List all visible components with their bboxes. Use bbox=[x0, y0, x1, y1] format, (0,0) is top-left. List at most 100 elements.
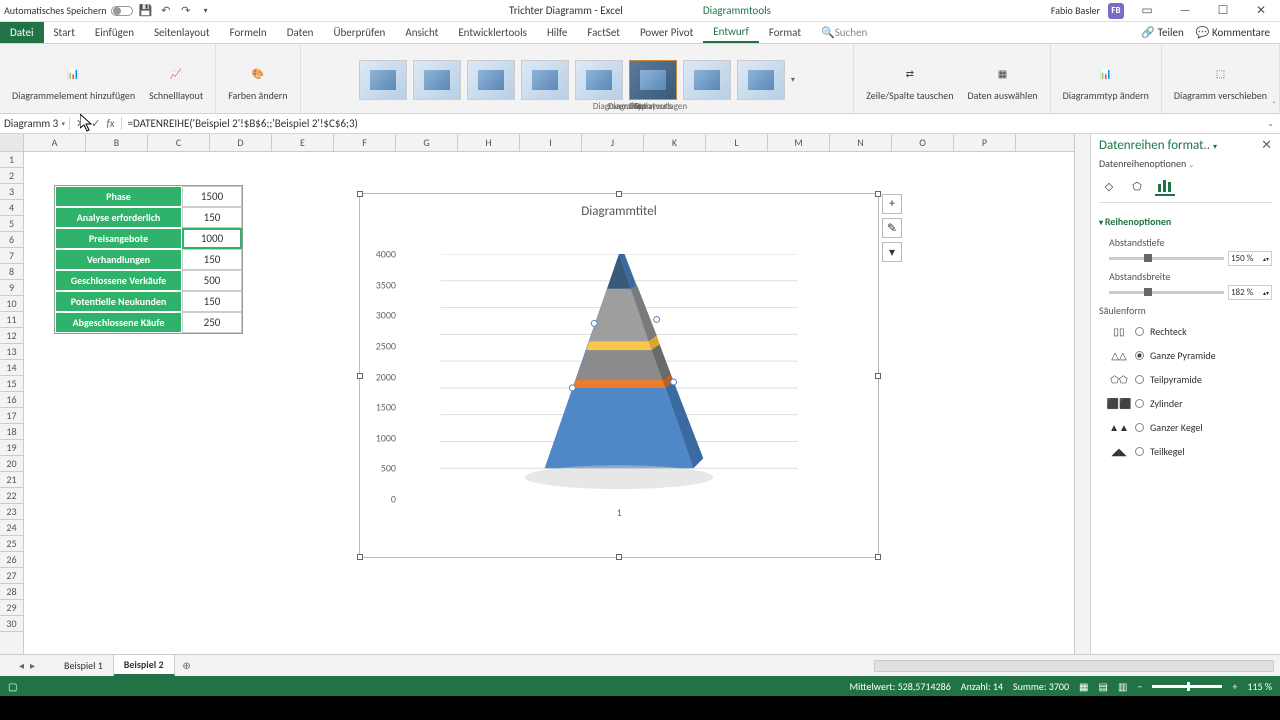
kommentare-button[interactable]: 💬 Kommentare bbox=[1196, 26, 1270, 39]
daten-auswaehlen-button[interactable]: ▦Daten auswählen bbox=[961, 55, 1043, 104]
effects-icon[interactable]: ⬠ bbox=[1127, 176, 1147, 196]
fx-icon[interactable]: fx bbox=[106, 117, 114, 130]
chart-style-6[interactable] bbox=[629, 60, 677, 100]
save-icon[interactable]: 💾 bbox=[139, 4, 153, 18]
chart-title[interactable]: Diagrammtitel bbox=[360, 204, 878, 219]
maximize-icon[interactable]: ☐ bbox=[1208, 1, 1238, 21]
row-header[interactable]: 4 bbox=[0, 200, 23, 216]
tab-formeln[interactable]: Formeln bbox=[220, 22, 277, 43]
tab-entwurf[interactable]: Entwurf bbox=[703, 22, 759, 43]
tab-seitenlayout[interactable]: Seitenlayout bbox=[144, 22, 220, 43]
table-header-phase[interactable]: Phase bbox=[55, 186, 182, 207]
shape-ganze-pyramide[interactable]: △△Ganze Pyramide bbox=[1109, 347, 1272, 363]
row-header[interactable]: 7 bbox=[0, 248, 23, 264]
pane-subtitle[interactable]: Datenreihenoptionen bbox=[1099, 157, 1186, 170]
cancel-formula-icon[interactable]: ✕ bbox=[76, 117, 85, 130]
row-header[interactable]: 1 bbox=[0, 152, 23, 168]
collapse-ribbon-icon[interactable]: ˇ bbox=[1272, 100, 1276, 111]
diagrammtyp-button[interactable]: 📊Diagrammtyp ändern bbox=[1057, 55, 1155, 104]
row-header[interactable]: 22 bbox=[0, 488, 23, 504]
row-header[interactable]: 5 bbox=[0, 216, 23, 232]
col-header[interactable]: M bbox=[768, 134, 830, 151]
row-header[interactable]: 19 bbox=[0, 440, 23, 456]
chart-style-4[interactable] bbox=[521, 60, 569, 100]
chart-style-2[interactable] bbox=[413, 60, 461, 100]
search-box[interactable]: 🔍 Suchen bbox=[811, 22, 877, 43]
abstandstiefe-input[interactable]: 150 %▴▾ bbox=[1228, 251, 1272, 266]
ribbon-options-icon[interactable]: ▭ bbox=[1132, 1, 1162, 21]
series-options-icon[interactable] bbox=[1155, 176, 1175, 196]
row-header[interactable]: 28 bbox=[0, 584, 23, 600]
row-header[interactable]: 23 bbox=[0, 504, 23, 520]
table-cell-label[interactable]: Potentielle Neukunden bbox=[55, 291, 182, 312]
view-normal-icon[interactable]: ▦ bbox=[1079, 680, 1088, 693]
col-header[interactable]: P bbox=[954, 134, 1016, 151]
row-header[interactable]: 8 bbox=[0, 264, 23, 280]
chart-style-5[interactable] bbox=[575, 60, 623, 100]
tab-format[interactable]: Format bbox=[759, 22, 811, 43]
col-header[interactable]: E bbox=[272, 134, 334, 151]
chart-object[interactable]: Diagrammtitel 05001000150020002500300035… bbox=[359, 193, 879, 558]
table-cell-label[interactable]: Abgeschlossene Käufe bbox=[55, 312, 182, 333]
row-header[interactable]: 27 bbox=[0, 568, 23, 584]
abstandsbreite-input[interactable]: 182 %▴▾ bbox=[1228, 285, 1272, 300]
table-cell-value[interactable]: 250 bbox=[182, 312, 242, 333]
col-header[interactable]: B bbox=[86, 134, 148, 151]
table-cell-label[interactable]: Verhandlungen bbox=[55, 249, 182, 270]
tab-start[interactable]: Start bbox=[44, 22, 85, 43]
chart-filter-button[interactable]: ▾ bbox=[882, 242, 902, 262]
fill-line-icon[interactable]: ◇ bbox=[1099, 176, 1119, 196]
col-header[interactable]: L bbox=[706, 134, 768, 151]
abstandstiefe-slider[interactable] bbox=[1109, 257, 1224, 260]
abstandsbreite-slider[interactable] bbox=[1109, 291, 1224, 294]
row-header[interactable]: 11 bbox=[0, 312, 23, 328]
schnelllayout-button[interactable]: 📈Schnelllayout bbox=[143, 55, 209, 104]
zeile-spalte-button[interactable]: ⇄Zeile/Spalte tauschen bbox=[860, 55, 959, 104]
row-header[interactable]: 10 bbox=[0, 296, 23, 312]
shape-teilkegel[interactable]: ◢◣Teilkegel bbox=[1109, 443, 1272, 459]
horizontal-scrollbar[interactable] bbox=[874, 660, 1274, 672]
shape-rechteck[interactable]: ▯▯Rechteck bbox=[1109, 323, 1272, 339]
chart-style-8[interactable] bbox=[737, 60, 785, 100]
col-header[interactable]: D bbox=[210, 134, 272, 151]
formula-expand-icon[interactable]: ⌄ bbox=[1261, 119, 1280, 129]
avatar[interactable]: FB bbox=[1108, 3, 1124, 19]
col-header[interactable]: F bbox=[334, 134, 396, 151]
select-all-corner[interactable] bbox=[0, 134, 24, 151]
col-header[interactable]: K bbox=[644, 134, 706, 151]
pane-close-icon[interactable]: ✕ bbox=[1261, 138, 1272, 153]
tab-powerpivot[interactable]: Power Pivot bbox=[630, 22, 703, 43]
row-header[interactable]: 12 bbox=[0, 328, 23, 344]
tab-entwicklertools[interactable]: Entwicklertools bbox=[448, 22, 537, 43]
teilen-button[interactable]: 🔗 Teilen bbox=[1141, 26, 1183, 39]
view-pagelayout-icon[interactable]: ▤ bbox=[1099, 680, 1108, 693]
shape-zylinder[interactable]: ⬛⬛Zylinder bbox=[1109, 395, 1272, 411]
chart-style-1[interactable] bbox=[359, 60, 407, 100]
tab-einfuegen[interactable]: Einfügen bbox=[85, 22, 144, 43]
row-header[interactable]: 16 bbox=[0, 392, 23, 408]
qat-dropdown-icon[interactable]: ▾ bbox=[199, 4, 213, 18]
diagrammelement-button[interactable]: 📊Diagrammelement hinzufügen bbox=[6, 55, 141, 104]
pyramid-chart-icon[interactable] bbox=[400, 254, 838, 497]
col-header[interactable]: G bbox=[396, 134, 458, 151]
farben-button[interactable]: 🎨Farben ändern bbox=[222, 55, 293, 104]
col-header[interactable]: C bbox=[148, 134, 210, 151]
zoom-level[interactable]: 115 % bbox=[1247, 680, 1272, 693]
row-header[interactable]: 17 bbox=[0, 408, 23, 424]
section-reihenoptionen[interactable]: Reihenoptionen bbox=[1099, 215, 1272, 228]
vertical-scrollbar[interactable] bbox=[1074, 134, 1090, 654]
chart-style-3[interactable] bbox=[467, 60, 515, 100]
zoom-in-icon[interactable]: + bbox=[1232, 680, 1237, 693]
table-cell-value[interactable]: 150 bbox=[182, 291, 242, 312]
row-header[interactable]: 29 bbox=[0, 600, 23, 616]
chart-plot-area[interactable]: 05001000150020002500300035004000 bbox=[400, 254, 838, 497]
row-header[interactable]: 21 bbox=[0, 472, 23, 488]
tab-ansicht[interactable]: Ansicht bbox=[395, 22, 448, 43]
diagramm-verschieben-button[interactable]: ⬚Diagramm verschieben bbox=[1168, 55, 1273, 104]
accept-formula-icon[interactable]: ✓ bbox=[91, 117, 100, 130]
add-sheet-icon[interactable]: ⊕ bbox=[175, 655, 199, 676]
row-header[interactable]: 14 bbox=[0, 360, 23, 376]
zoom-slider[interactable] bbox=[1152, 685, 1222, 688]
tab-nav-prev-icon[interactable]: ◂ bbox=[19, 659, 24, 672]
worksheet-cells[interactable]: Phase 1500 Analyse erforderlich150Preisa… bbox=[24, 152, 1074, 654]
